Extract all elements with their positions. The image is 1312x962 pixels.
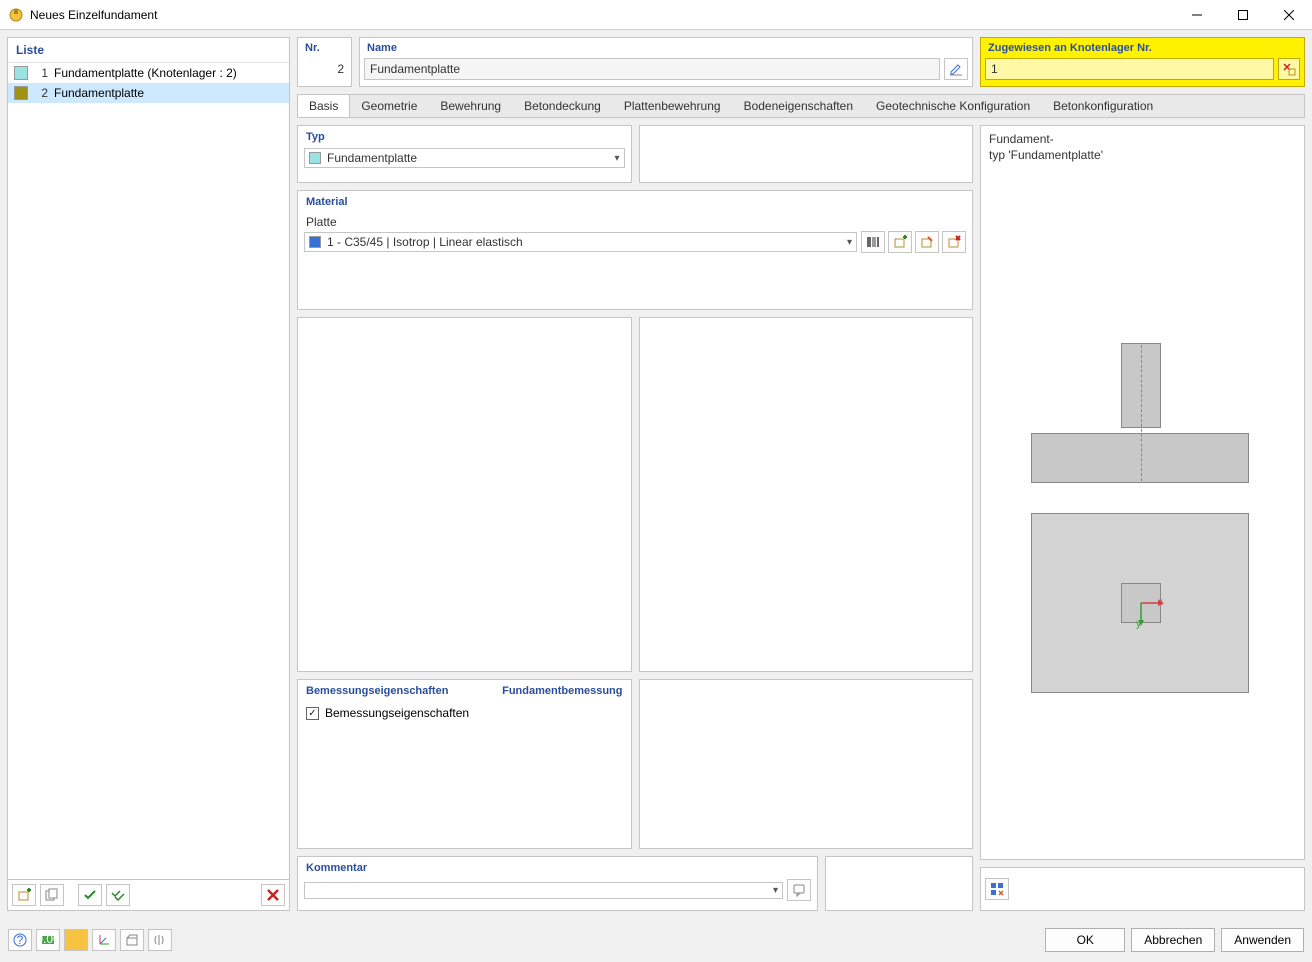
plate-label: Platte	[298, 213, 972, 231]
check-all-button[interactable]	[106, 884, 130, 906]
tab-geometrie[interactable]: Geometrie	[350, 95, 429, 117]
svg-text:?: ?	[17, 933, 24, 947]
list-item[interactable]: 2 Fundamentplatte	[8, 83, 289, 103]
maximize-button[interactable]	[1220, 0, 1266, 30]
empty-panel-1	[639, 125, 974, 183]
item-swatch	[14, 66, 28, 80]
list-item[interactable]: 1 Fundamentplatte (Knotenlager : 2)	[8, 63, 289, 83]
nr-panel: Nr. 2	[297, 37, 352, 87]
design-checkbox[interactable]: ✓	[306, 707, 319, 720]
axis-x-label: x	[1158, 597, 1163, 608]
kommentar-button[interactable]	[787, 879, 811, 901]
help-button[interactable]: ?	[8, 929, 32, 951]
kommentar-panel: Kommentar ▾	[297, 856, 818, 911]
axis-y-label: y	[1136, 619, 1141, 630]
units-button[interactable]: 0.00	[36, 929, 60, 951]
cancel-button[interactable]: Abbrechen	[1131, 928, 1215, 952]
preview-canvas: x y	[986, 173, 1299, 854]
app-icon	[8, 7, 24, 23]
tab-basis[interactable]: Basis	[298, 95, 350, 117]
item-swatch	[14, 86, 28, 100]
tab-betondeckung[interactable]: Betondeckung	[513, 95, 613, 117]
empty-panel-5	[825, 856, 973, 911]
preview-axis-1	[1141, 345, 1142, 481]
minimize-button[interactable]	[1174, 0, 1220, 30]
svg-text:0.00: 0.00	[41, 933, 55, 946]
material-header: Material	[298, 191, 972, 213]
typ-panel: Typ Fundamentplatte ▾	[297, 125, 632, 183]
kommentar-header: Kommentar	[298, 857, 817, 879]
material-panel: Material Platte 1 - C35/45 | Isotrop | L…	[297, 190, 973, 310]
preview-text: Fundament-typ 'Fundamentplatte'	[981, 126, 1304, 168]
name-edit-button[interactable]	[944, 58, 968, 80]
chevron-down-icon: ▾	[847, 237, 852, 248]
preview-column-plan	[1121, 583, 1161, 623]
item-label: Fundamentplatte	[54, 86, 144, 100]
assigned-panel: Zugewiesen an Knotenlager Nr.	[980, 37, 1305, 87]
name-label: Name	[360, 38, 972, 58]
plate-material-value: 1 - C35/45 | Isotrop | Linear elastisch	[327, 235, 847, 249]
kommentar-combo[interactable]: ▾	[304, 882, 783, 899]
item-index: 2	[34, 86, 48, 100]
color-button[interactable]	[64, 929, 88, 951]
empty-panel-3	[639, 317, 974, 672]
typ-combo[interactable]: Fundamentplatte ▾	[304, 148, 625, 168]
typ-swatch	[309, 152, 321, 164]
tab-bewehrung[interactable]: Bewehrung	[429, 95, 513, 117]
tab-betonkonfiguration[interactable]: Betonkonfiguration	[1042, 95, 1165, 117]
material-swatch	[309, 236, 321, 248]
tab-bar: BasisGeometrieBewehrungBetondeckungPlatt…	[297, 94, 1305, 118]
copy-item-button[interactable]	[40, 884, 64, 906]
tab-geotechnische-konfiguration[interactable]: Geotechnische Konfiguration	[865, 95, 1042, 117]
design-panel: Bemessungseigenschaften Fundamentbemessu…	[297, 679, 632, 849]
preview-settings-button[interactable]	[985, 878, 1009, 900]
item-index: 1	[34, 66, 48, 80]
list-toolbar	[8, 879, 289, 910]
plate-material-combo[interactable]: 1 - C35/45 | Isotrop | Linear elastisch …	[304, 232, 857, 252]
assigned-input[interactable]	[985, 58, 1274, 80]
list-body: 1 Fundamentplatte (Knotenlager : 2) 2 Fu…	[8, 63, 289, 879]
chevron-down-icon: ▾	[614, 153, 619, 164]
close-button[interactable]	[1266, 0, 1312, 30]
chevron-down-icon: ▾	[773, 885, 778, 896]
empty-panel-4	[639, 679, 974, 849]
tab-bodeneigenschaften[interactable]: Bodeneigenschaften	[733, 95, 865, 117]
apply-button[interactable]: Anwenden	[1221, 928, 1304, 952]
material-delete-button[interactable]	[942, 231, 966, 253]
window-title: Neues Einzelfundament	[30, 8, 1174, 22]
material-edit-button[interactable]	[915, 231, 939, 253]
ok-button[interactable]: OK	[1045, 928, 1125, 952]
nr-label: Nr.	[298, 38, 351, 58]
delete-button[interactable]	[261, 884, 285, 906]
nr-value: 2	[298, 58, 351, 80]
axis-button[interactable]	[92, 929, 116, 951]
foundation-design-link[interactable]: Fundamentbemessung	[494, 680, 630, 702]
script-button[interactable]	[148, 929, 172, 951]
typ-header: Typ	[298, 126, 631, 148]
new-item-button[interactable]	[12, 884, 36, 906]
assigned-label: Zugewiesen an Knotenlager Nr.	[981, 38, 1304, 58]
tab-plattenbewehrung[interactable]: Plattenbewehrung	[613, 95, 733, 117]
list-header: Liste	[8, 38, 289, 63]
design-header: Bemessungseigenschaften	[298, 680, 456, 702]
name-panel: Name	[359, 37, 973, 87]
list-pane: Liste 1 Fundamentplatte (Knotenlager : 2…	[7, 37, 290, 911]
material-library-button[interactable]	[861, 231, 885, 253]
preview-slab-elev	[1031, 433, 1249, 483]
assigned-pick-button[interactable]	[1278, 58, 1300, 80]
material-new-button[interactable]	[888, 231, 912, 253]
empty-panel-2	[297, 317, 632, 672]
titlebar: Neues Einzelfundament	[0, 0, 1312, 30]
check-single-button[interactable]	[78, 884, 102, 906]
name-input[interactable]	[364, 58, 940, 80]
preview-panel: Fundament-typ 'Fundamentplatte' x y	[980, 125, 1305, 860]
view-button[interactable]	[120, 929, 144, 951]
item-label: Fundamentplatte (Knotenlager : 2)	[54, 66, 237, 80]
bottom-bar: ? 0.00 OK Abbrechen Anwenden	[0, 918, 1312, 962]
preview-toolbar	[980, 867, 1305, 911]
design-chk-label: Bemessungseigenschaften	[325, 706, 469, 720]
typ-value: Fundamentplatte	[327, 151, 614, 165]
